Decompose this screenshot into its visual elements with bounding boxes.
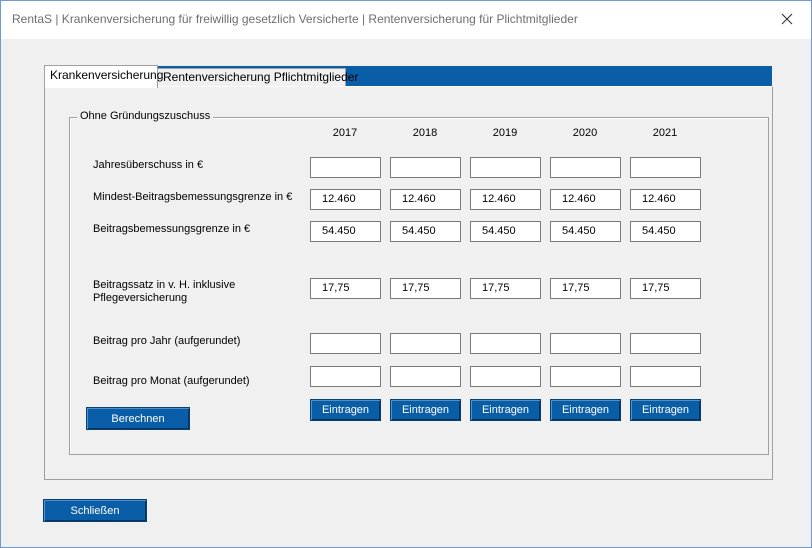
input-mindest-bbg-2021[interactable]: 12.460 bbox=[630, 189, 701, 210]
input-beitrag-jahr-2021[interactable] bbox=[630, 333, 701, 354]
title-bar: RentaS | Krankenversicherung für freiwil… bbox=[1, 1, 811, 39]
year-header-2021: 2021 bbox=[652, 127, 678, 139]
groupbox-title: Ohne Gründungszuschuss bbox=[77, 110, 214, 122]
input-beitragssatz-2020[interactable]: 17,75 bbox=[550, 278, 621, 299]
input-jahresueberschuss-2020[interactable] bbox=[550, 157, 621, 178]
label-beitrag-monat: Beitrag pro Monat (aufgerundet) bbox=[93, 375, 250, 387]
input-mindest-bbg-2018[interactable]: 12.460 bbox=[390, 189, 461, 210]
input-beitrag-monat-2017[interactable] bbox=[310, 366, 381, 387]
schliessen-button[interactable]: Schließen bbox=[43, 499, 147, 522]
berechnen-button[interactable]: Berechnen bbox=[86, 407, 190, 430]
input-bbg-2018[interactable]: 54.450 bbox=[390, 221, 461, 242]
input-beitragssatz-2018[interactable]: 17,75 bbox=[390, 278, 461, 299]
input-beitragssatz-2021[interactable]: 17,75 bbox=[630, 278, 701, 299]
input-jahresueberschuss-2021[interactable] bbox=[630, 157, 701, 178]
label-beitragssatz-line1: Beitragssatz in v. H. inklusive bbox=[93, 279, 236, 291]
eintragen-button-2020[interactable]: Eintragen bbox=[550, 399, 621, 421]
year-header-2017: 2017 bbox=[332, 127, 358, 139]
label-jahresueberschuss: Jahresüberschuss in € bbox=[93, 159, 204, 171]
label-bbg: Beitragsbemessungsgrenze in € bbox=[93, 223, 251, 235]
input-bbg-2021[interactable]: 54.450 bbox=[630, 221, 701, 242]
label-beitragssatz-line2: Pflegeversicherung bbox=[93, 292, 188, 304]
input-beitrag-jahr-2018[interactable] bbox=[390, 333, 461, 354]
input-beitrag-monat-2020[interactable] bbox=[550, 366, 621, 387]
input-beitragssatz-2019[interactable]: 17,75 bbox=[470, 278, 541, 299]
tab-krankenversicherung[interactable]: Krankenversicherung bbox=[44, 65, 163, 88]
input-beitrag-jahr-2020[interactable] bbox=[550, 333, 621, 354]
input-bbg-2017[interactable]: 54.450 bbox=[310, 221, 381, 242]
tab-rentenversicherung[interactable]: Rentenversicherung Pflichtmitglieder bbox=[158, 68, 358, 87]
eintragen-button-2021[interactable]: Eintragen bbox=[630, 399, 701, 421]
input-mindest-bbg-2020[interactable]: 12.460 bbox=[550, 189, 621, 210]
input-beitrag-monat-2019[interactable] bbox=[470, 366, 541, 387]
input-beitrag-monat-2018[interactable] bbox=[390, 366, 461, 387]
input-beitrag-jahr-2019[interactable] bbox=[470, 333, 541, 354]
input-jahresueberschuss-2017[interactable] bbox=[310, 157, 381, 178]
close-button[interactable] bbox=[771, 5, 803, 33]
eintragen-button-2019[interactable]: Eintragen bbox=[470, 399, 541, 421]
close-icon bbox=[781, 13, 793, 25]
input-jahresueberschuss-2018[interactable] bbox=[390, 157, 461, 178]
eintragen-button-2018[interactable]: Eintragen bbox=[390, 399, 461, 421]
label-mindest-bbg: Mindest-Beitragsbemessungsgrenze in € bbox=[93, 191, 293, 203]
input-beitragssatz-2017[interactable]: 17,75 bbox=[310, 278, 381, 299]
input-bbg-2020[interactable]: 54.450 bbox=[550, 221, 621, 242]
year-header-2018: 2018 bbox=[412, 127, 438, 139]
eintragen-button-2017[interactable]: Eintragen bbox=[310, 399, 381, 421]
input-jahresueberschuss-2019[interactable] bbox=[470, 157, 541, 178]
input-mindest-bbg-2019[interactable]: 12.460 bbox=[470, 189, 541, 210]
label-beitrag-jahr: Beitrag pro Jahr (aufgerundet) bbox=[93, 335, 241, 347]
year-header-2019: 2019 bbox=[492, 127, 518, 139]
year-header-2020: 2020 bbox=[572, 127, 598, 139]
window-title: RentaS | Krankenversicherung für freiwil… bbox=[12, 12, 578, 26]
input-bbg-2019[interactable]: 54.450 bbox=[470, 221, 541, 242]
input-beitrag-monat-2021[interactable] bbox=[630, 366, 701, 387]
input-beitrag-jahr-2017[interactable] bbox=[310, 333, 381, 354]
input-mindest-bbg-2017[interactable]: 12.460 bbox=[310, 189, 381, 210]
